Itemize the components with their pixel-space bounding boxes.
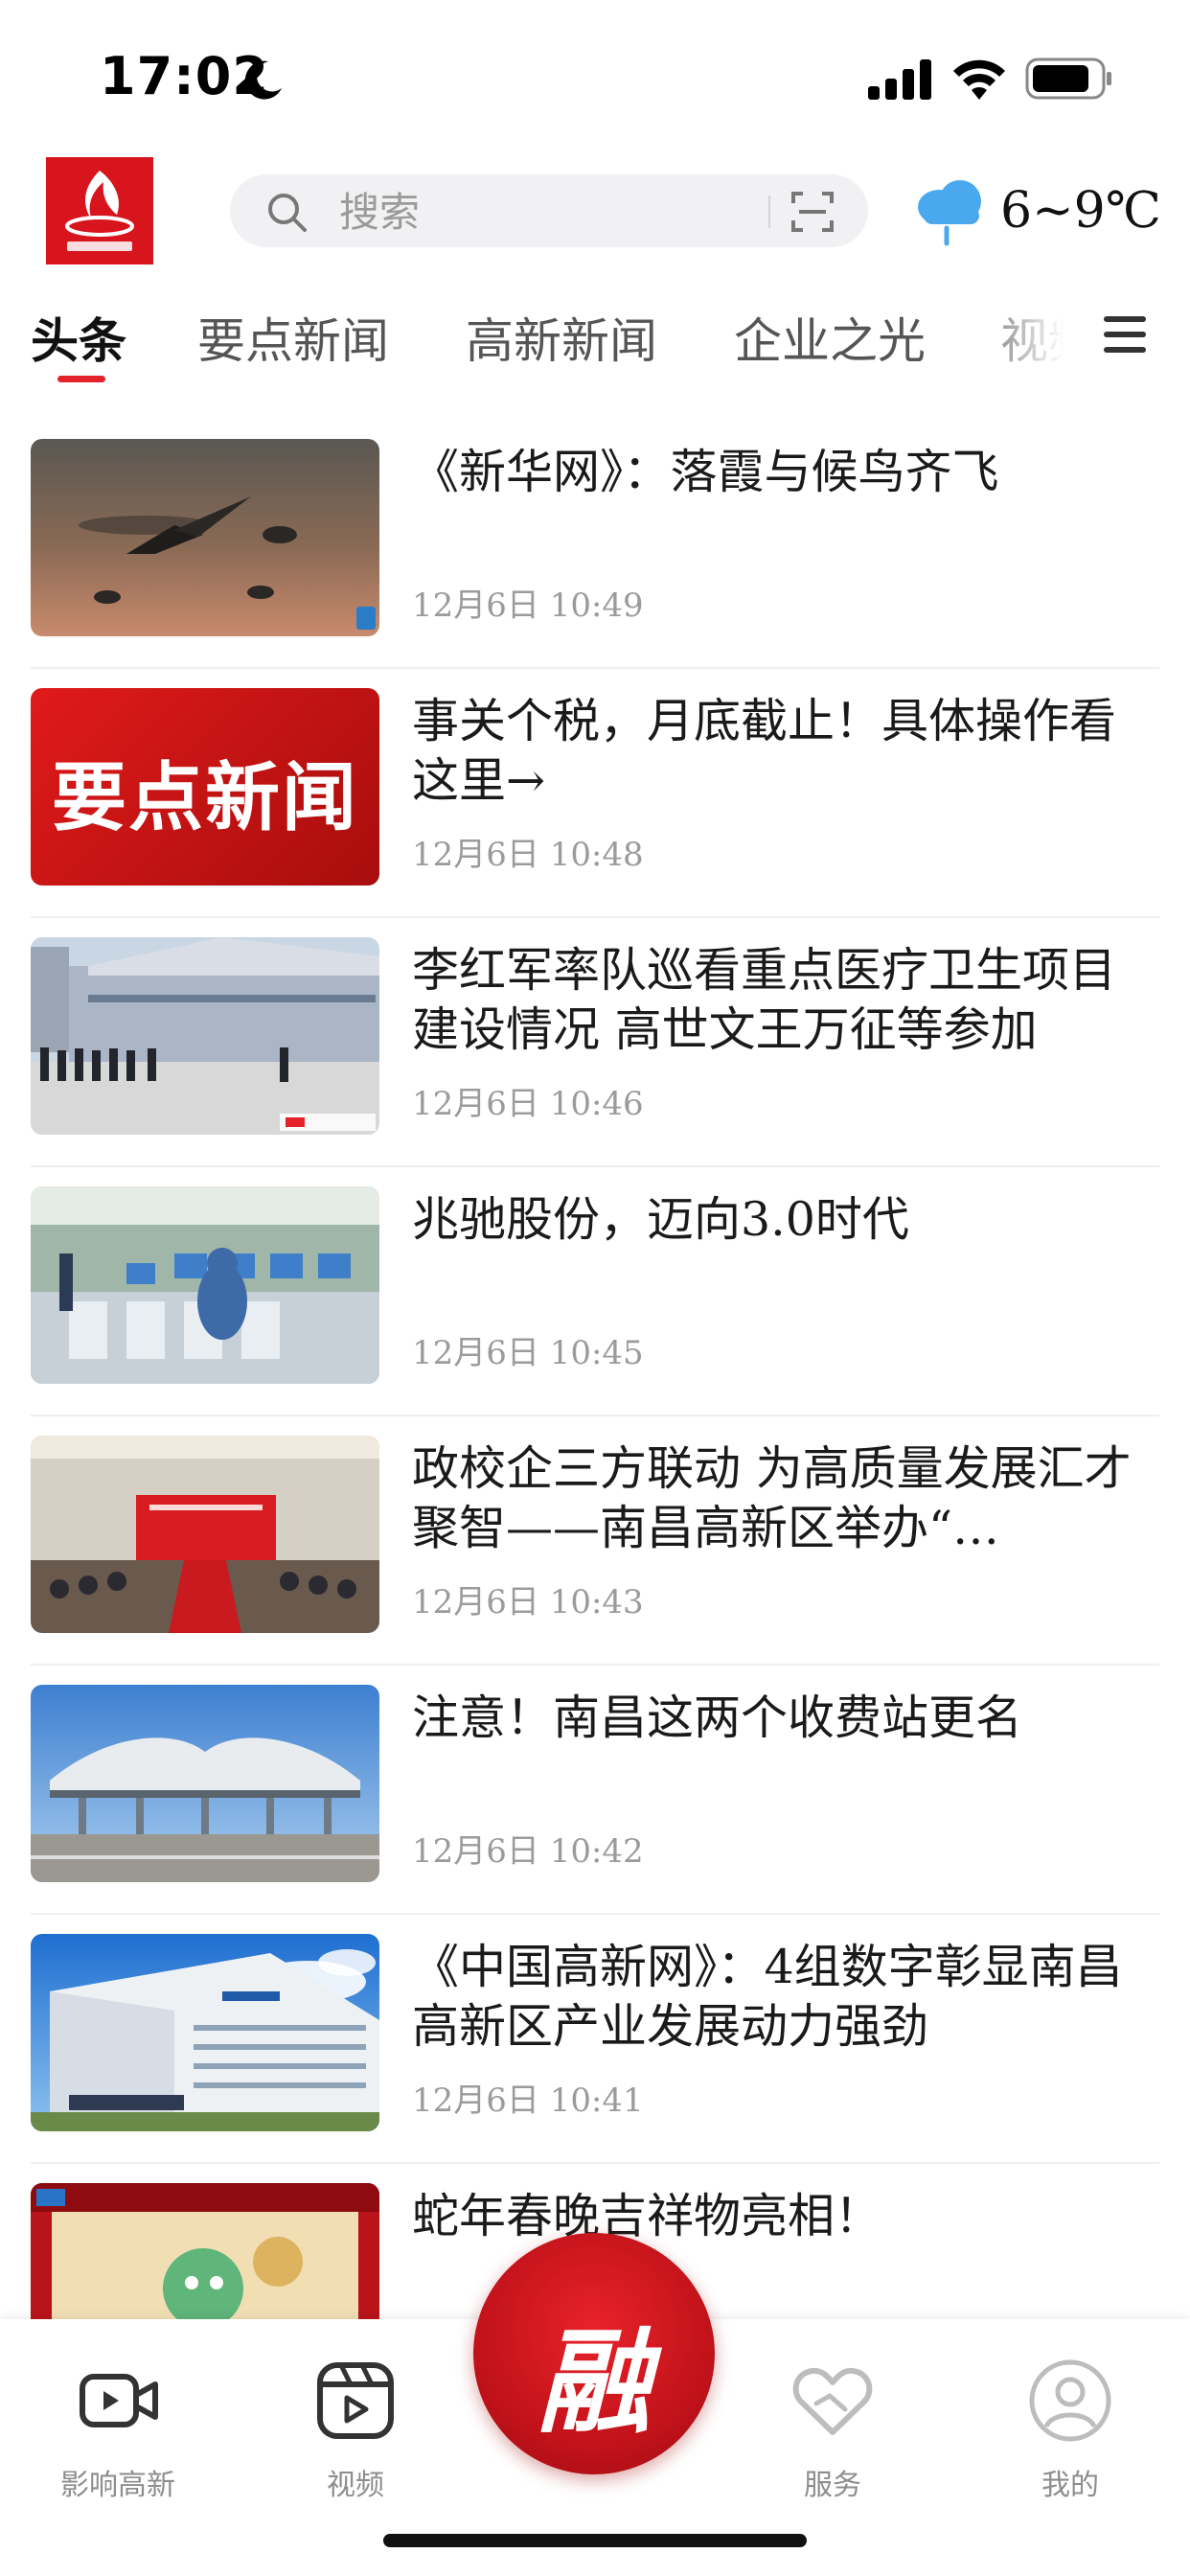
news-time: 12月6日 10:42 [412, 1832, 644, 1871]
menu-icon[interactable] [1100, 312, 1150, 356]
search-icon [268, 194, 307, 232]
meeting-thumbnail-image [31, 1436, 379, 1633]
news-thumbnail [31, 439, 379, 636]
search-divider [768, 196, 770, 228]
news-title: 《新华网》：落霞与候鸟齐飞 [412, 445, 999, 499]
office-building-thumbnail-image [31, 1934, 379, 2131]
app-logo [46, 157, 153, 264]
nav-label: 视频 [327, 2469, 384, 2502]
tab-headlines[interactable]: 头条 [31, 303, 126, 372]
news-thumbnail [31, 1436, 379, 1633]
news-time: 12月6日 10:41 [412, 2082, 644, 2120]
cloud-rain-icon [918, 180, 981, 246]
toll-station-thumbnail-image [31, 1685, 379, 1882]
nav-center-fusion-button[interactable]: 融 [473, 2233, 715, 2474]
search-input[interactable] [337, 182, 744, 242]
news-title: 《中国高新网》：4组数字彰显南昌高新区产业发展动力强劲 [412, 1940, 1123, 2054]
tab-enterprise[interactable]: 企业之光 [734, 303, 926, 372]
news-thumbnail [31, 1934, 379, 2131]
news-time: 12月6日 10:45 [412, 1334, 644, 1372]
nav-item-profile[interactable]: 我的 [970, 2338, 1171, 2502]
news-item[interactable]: 要点新闻 事关个税，月底截止！具体操作看这里→ 12月6日 10:48 [31, 669, 1159, 918]
channel-tabs: 头条 要点新闻 高新新闻 企业之光 视频 [0, 288, 1190, 393]
nav-item-influence[interactable]: 影响高新 [17, 2338, 218, 2502]
nav-label: 影响高新 [60, 2469, 175, 2502]
wifi-icon [953, 59, 1005, 100]
news-item[interactable]: 兆驰股份，迈向3.0时代 12月6日 10:45 [31, 1167, 1159, 1416]
tab-video[interactable]: 视频 [1000, 303, 1064, 372]
battery-icon [1025, 58, 1111, 100]
nav-label: 我的 [1041, 2469, 1099, 2502]
construction-thumbnail-image [31, 937, 379, 1135]
news-title: 李红军率队巡看重点医疗卫生项目建设情况 高世文王万征等参加 [412, 943, 1117, 1057]
play-square-icon [317, 2362, 394, 2439]
tab-scroll: 头条 要点新闻 高新新闻 企业之光 视频 [0, 288, 1064, 393]
news-time: 12月6日 10:48 [412, 836, 644, 874]
signal-icon [868, 59, 931, 100]
news-title: 蛇年春晚吉祥物亮相！ [412, 2189, 882, 2243]
heart-hands-icon [792, 2367, 873, 2435]
weather-widget[interactable]: 6~9℃ [910, 171, 1161, 257]
logo-emblem-icon [46, 157, 153, 264]
thumbnail-banner-text: 要点新闻 [51, 755, 358, 841]
video-camera-icon [80, 2374, 158, 2427]
news-item[interactable]: 《中国高新网》：4组数字彰显南昌高新区产业发展动力强劲 12月6日 10:41 [31, 1915, 1159, 2164]
news-thumbnail [31, 1186, 379, 1384]
user-circle-icon [1029, 2359, 1111, 2442]
news-time: 12月6日 10:43 [412, 1583, 644, 1622]
news-title: 事关个税，月底截止！具体操作看这里→ [412, 694, 1117, 808]
nav-item-service[interactable]: 服务 [732, 2338, 933, 2502]
tab-hitech-news[interactable]: 高新新闻 [466, 303, 657, 372]
news-title: 政校企三方联动 为高质量发展汇才聚智——南昌高新区举办“… [412, 1441, 1132, 1555]
nav-item-video[interactable]: 视频 [255, 2338, 456, 2502]
tab-key-news[interactable]: 要点新闻 [197, 303, 389, 372]
news-item[interactable]: 注意！南昌这两个收费站更名 12月6日 10:42 [31, 1666, 1159, 1915]
news-time: 12月6日 10:49 [412, 586, 644, 625]
birds-thumbnail-image [31, 439, 379, 636]
news-thumbnail [31, 1685, 379, 1882]
news-item[interactable]: 政校企三方联动 为高质量发展汇才聚智——南昌高新区举办“… 12月6日 10:4… [31, 1416, 1159, 1666]
news-item[interactable]: 《新华网》：落霞与候鸟齐飞 12月6日 10:49 [31, 420, 1159, 669]
search-bar[interactable] [230, 174, 868, 247]
factory-thumbnail-image [31, 1186, 379, 1384]
news-title: 兆驰股份，迈向3.0时代 [412, 1192, 909, 1247]
news-thumbnail [31, 937, 379, 1135]
nav-label: 服务 [804, 2469, 861, 2502]
news-title: 注意！南昌这两个收费站更名 [412, 1690, 1023, 1745]
news-item[interactable]: 李红军率队巡看重点医疗卫生项目建设情况 高世文王万征等参加 12月6日 10:4… [31, 918, 1159, 1167]
moon-icon [244, 60, 282, 100]
scan-icon[interactable] [790, 190, 835, 234]
status-bar: 17:02 [0, 0, 1190, 144]
news-time: 12月6日 10:46 [412, 1085, 644, 1123]
active-tab-indicator [57, 376, 105, 382]
home-indicator[interactable] [383, 2534, 807, 2547]
weather-temperature: 6~9℃ [1000, 182, 1161, 240]
news-thumbnail: 要点新闻 [31, 688, 379, 886]
nav-center-label: 融 [537, 2315, 651, 2449]
